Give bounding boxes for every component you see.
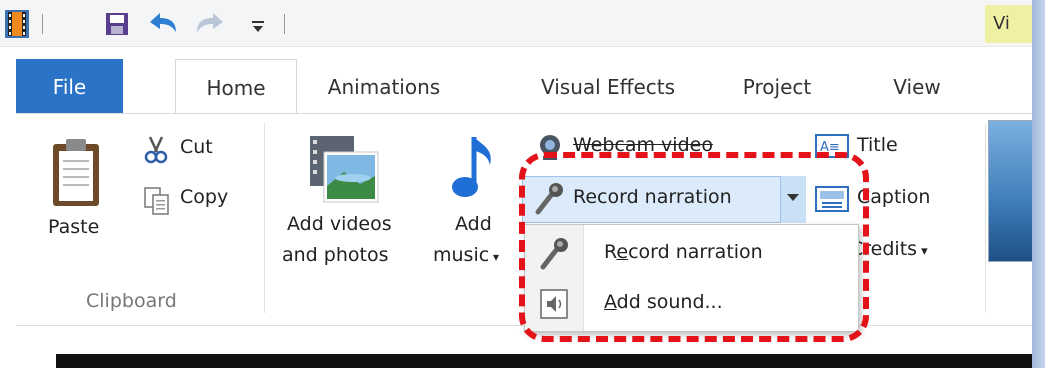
copy-icon bbox=[144, 187, 169, 215]
chevron-down-icon: ▾ bbox=[917, 244, 928, 259]
save-icon[interactable] bbox=[105, 12, 129, 36]
app-icon[interactable] bbox=[4, 9, 30, 39]
add-music-label-1[interactable]: Add bbox=[455, 213, 492, 235]
app-window: Vi File Home Animations Visual Effects P… bbox=[0, 0, 1032, 368]
window-border bbox=[1032, 0, 1045, 368]
annotation-highlight bbox=[519, 152, 869, 342]
tab-file[interactable]: File bbox=[16, 59, 123, 113]
customize-qat-icon[interactable] bbox=[251, 20, 265, 34]
add-music-label-2[interactable]: music ▾ bbox=[433, 244, 499, 266]
window-title: Vi bbox=[985, 5, 1032, 43]
clipboard-group-label: Clipboard bbox=[86, 290, 177, 312]
title-button[interactable]: Title bbox=[857, 134, 898, 156]
theme-thumbnail[interactable] bbox=[988, 120, 1032, 262]
copy-button[interactable]: Copy bbox=[180, 186, 228, 208]
group-separator bbox=[264, 123, 265, 313]
undo-icon[interactable] bbox=[146, 10, 180, 38]
tab-view[interactable]: View bbox=[877, 59, 957, 113]
add-videos-label-2[interactable]: and photos bbox=[282, 244, 389, 266]
ribbon-tabs: File Home Animations Visual Effects Proj… bbox=[16, 59, 1032, 115]
paste-icon bbox=[53, 139, 99, 206]
preview-area bbox=[56, 354, 1032, 368]
cut-button[interactable]: Cut bbox=[180, 136, 213, 158]
tab-visual-effects[interactable]: Visual Effects bbox=[523, 59, 693, 113]
add-music-icon bbox=[452, 137, 491, 197]
tab-home[interactable]: Home bbox=[175, 59, 297, 115]
tab-animations[interactable]: Animations bbox=[309, 59, 459, 113]
quick-access-toolbar: Vi bbox=[0, 0, 1032, 47]
paste-button[interactable]: Paste bbox=[48, 216, 99, 238]
chevron-down-icon: ▾ bbox=[489, 250, 500, 264]
add-videos-label-1[interactable]: Add videos bbox=[287, 213, 392, 235]
redo-icon[interactable] bbox=[193, 10, 227, 38]
add-music-text: music bbox=[433, 244, 490, 266]
add-videos-photos-icon bbox=[310, 136, 379, 203]
tab-project[interactable]: Project bbox=[727, 59, 827, 113]
cut-icon bbox=[144, 136, 168, 164]
group-separator bbox=[985, 123, 986, 313]
